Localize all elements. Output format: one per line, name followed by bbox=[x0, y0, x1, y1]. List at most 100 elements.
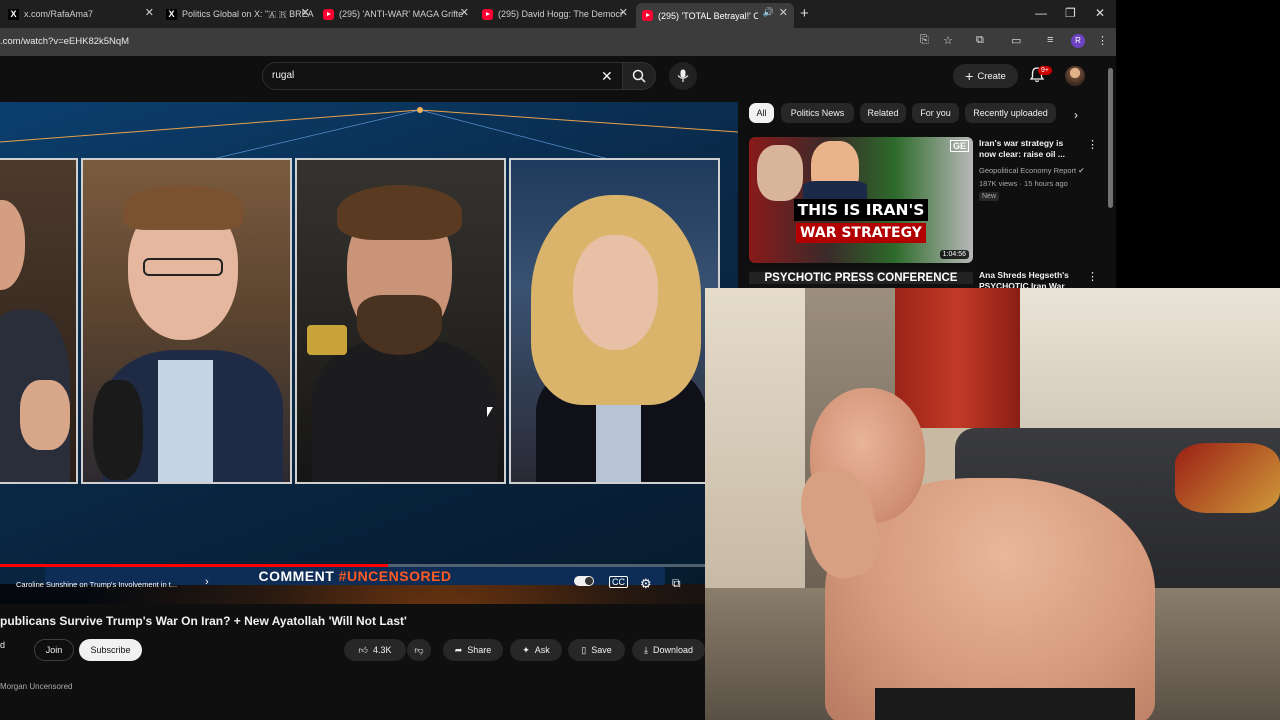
save-button[interactable]: ▯ Save bbox=[568, 639, 625, 661]
thumb-text-line1: PSYCHOTIC PRESS CONFERENCE bbox=[749, 272, 973, 284]
description-text: Morgan Uncensored bbox=[0, 682, 73, 691]
tab-label: Politics Global on X: "🇦 🇷 BREA bbox=[182, 8, 314, 19]
dislike-button[interactable]: 👎︎ bbox=[407, 639, 431, 661]
tab-label: (295) 'TOTAL Betrayal!' Can bbox=[658, 10, 758, 21]
close-icon[interactable]: ✕ bbox=[779, 6, 788, 19]
webcam-overlay bbox=[705, 288, 1280, 720]
recommendation-meta: 187K views · 15 hours ago bbox=[979, 179, 1068, 188]
video-duration: 1:04:56 bbox=[939, 250, 969, 259]
download-button[interactable]: ⤓ Download bbox=[632, 639, 705, 661]
video-guest-panel bbox=[295, 158, 506, 484]
recommendation-thumbnail[interactable]: PSYCHOTIC PRESS CONFERENCE bbox=[749, 269, 973, 290]
autoplay-toggle[interactable] bbox=[574, 576, 594, 589]
window-close-icon[interactable]: ✕ bbox=[1095, 6, 1105, 20]
chapter-title[interactable]: Caroline Sunshine on Trump's Involvement… bbox=[16, 580, 177, 589]
thumbs-up-icon: 👍︎ bbox=[358, 644, 368, 655]
browser-tab-bar: X x.com/RafaAma7 ✕ X Politics Global on … bbox=[0, 0, 1116, 28]
like-button[interactable]: 👍︎ 4.3K bbox=[344, 639, 406, 661]
browser-tab[interactable]: X x.com/RafaAma7 ✕ bbox=[8, 3, 160, 25]
video-guest-panel bbox=[509, 158, 720, 484]
settings-gear-icon[interactable]: ⚙ bbox=[640, 576, 652, 592]
chevron-right-icon[interactable]: › bbox=[1074, 108, 1078, 122]
search-box[interactable]: rugal ✕ bbox=[262, 62, 623, 90]
x-icon: X bbox=[166, 8, 177, 20]
youtube-icon bbox=[323, 8, 334, 20]
account-avatar[interactable] bbox=[1065, 66, 1085, 86]
browser-tab[interactable]: (295) David Hogg: The Democr ✕ bbox=[482, 3, 634, 25]
chip-recently-uploaded[interactable]: Recently uploaded bbox=[965, 103, 1056, 123]
tab-label: (295) 'ANTI-WAR' MAGA Grifte bbox=[339, 9, 464, 19]
voice-search-button[interactable] bbox=[669, 62, 697, 90]
chip-all[interactable]: All bbox=[749, 103, 774, 123]
media-control-icon[interactable]: ≡ bbox=[1047, 34, 1053, 46]
video-title: publicans Survive Trump's War On Iran? +… bbox=[0, 614, 407, 628]
bookmark-star-icon[interactable]: ☆ bbox=[943, 34, 953, 47]
close-icon[interactable]: ✕ bbox=[145, 6, 154, 19]
search-input[interactable]: rugal bbox=[272, 70, 294, 81]
address-bar-row: .com/watch?v=eEHK82k5NqM ⎘ ☆ ⧉ ▭ ≡ R ⋮ bbox=[0, 28, 1116, 56]
search-button[interactable] bbox=[622, 62, 656, 90]
speaker-icon[interactable]: 🔊 bbox=[763, 7, 774, 18]
thumb-text-line2: WAR STRATEGY bbox=[796, 223, 926, 243]
profile-avatar[interactable]: R bbox=[1071, 34, 1085, 48]
notification-count-badge: 9+ bbox=[1038, 66, 1052, 75]
join-button[interactable]: Join bbox=[34, 639, 74, 661]
captions-icon[interactable]: CC bbox=[609, 576, 628, 588]
microphone-icon bbox=[677, 69, 689, 82]
more-options-icon[interactable]: ⋮ bbox=[1087, 270, 1098, 283]
close-icon[interactable]: ✕ bbox=[619, 6, 628, 19]
clear-search-icon[interactable]: ✕ bbox=[601, 68, 613, 85]
extensions-icon[interactable]: ⧉ bbox=[976, 34, 984, 47]
subscribe-button[interactable]: Subscribe bbox=[79, 639, 142, 661]
channel-name[interactable]: d bbox=[0, 640, 5, 650]
thumb-corner-label: GE bbox=[949, 140, 969, 152]
youtube-icon bbox=[482, 8, 493, 20]
browser-tab-active[interactable]: (295) 'TOTAL Betrayal!' Can 🔊 ✕ bbox=[636, 3, 794, 28]
browser-tab[interactable]: (295) 'ANTI-WAR' MAGA Grifte ✕ bbox=[323, 3, 475, 25]
chevron-right-icon[interactable]: › bbox=[205, 576, 209, 588]
share-icon: ➦ bbox=[454, 644, 463, 655]
room-wall bbox=[1020, 288, 1280, 448]
miniplayer-icon[interactable]: ⧉ bbox=[672, 576, 681, 591]
video-guest-panel bbox=[0, 158, 78, 484]
room-pillow bbox=[1175, 443, 1280, 513]
install-app-icon[interactable]: ⎘ bbox=[920, 34, 929, 47]
red-curtain bbox=[895, 288, 1020, 428]
close-icon[interactable]: ✕ bbox=[460, 6, 469, 19]
create-label: Create bbox=[977, 70, 1006, 82]
more-options-icon[interactable]: ⋮ bbox=[1087, 138, 1098, 151]
chip-politics-news[interactable]: Politics News bbox=[781, 103, 854, 123]
restore-icon[interactable]: ❐ bbox=[1065, 6, 1076, 20]
search-icon bbox=[632, 69, 646, 83]
recommendation-channel[interactable]: Geopolitical Economy Report ✔ bbox=[979, 166, 1085, 175]
desktop-background bbox=[1116, 0, 1280, 290]
person-shorts bbox=[875, 688, 1135, 720]
sidebar-scrollbar[interactable] bbox=[1108, 68, 1113, 208]
video-guest-panel bbox=[81, 158, 292, 484]
recommendation-title[interactable]: Ana Shreds Hegseth's PSYCHOTIC Iran War bbox=[979, 270, 1079, 288]
share-button[interactable]: ➦ Share bbox=[443, 639, 503, 661]
new-tab-icon[interactable]: + bbox=[800, 5, 809, 22]
download-icon: ⤓ bbox=[643, 644, 648, 655]
ask-button[interactable]: ✦ Ask bbox=[510, 639, 562, 661]
x-icon: X bbox=[8, 8, 19, 20]
close-icon[interactable]: ✕ bbox=[301, 6, 310, 19]
recommendation-thumbnail[interactable]: GE THIS IS IRAN'S WAR STRATEGY 1:04:56 bbox=[749, 137, 973, 263]
chip-for-you[interactable]: For you bbox=[912, 103, 959, 123]
bookmark-icon: ▯ bbox=[581, 644, 587, 655]
browser-menu-icon[interactable]: ⋮ bbox=[1097, 34, 1108, 47]
recommendation-title[interactable]: Iran's war strategy is now clear: raise … bbox=[979, 138, 1079, 160]
chip-related[interactable]: Related bbox=[860, 103, 906, 123]
create-button[interactable]: + Create bbox=[953, 64, 1018, 88]
browser-tab[interactable]: X Politics Global on X: "🇦 🇷 BREA ✕ bbox=[166, 3, 316, 25]
new-badge: New bbox=[979, 192, 1000, 201]
video-player[interactable]: COMMENT #UNCENSORED Caroline Sunshine on… bbox=[0, 102, 738, 604]
address-bar[interactable]: .com/watch?v=eEHK82k5NqM bbox=[0, 36, 129, 47]
verified-icon: ✔ bbox=[1078, 166, 1085, 175]
sparkle-icon: ✦ bbox=[522, 644, 530, 655]
tab-label: (295) David Hogg: The Democr bbox=[498, 9, 623, 19]
sidepanel-icon[interactable]: ▭ bbox=[1011, 34, 1021, 47]
tab-label: x.com/RafaAma7 bbox=[24, 9, 94, 19]
minimize-icon[interactable]: — bbox=[1035, 6, 1047, 20]
plus-icon: + bbox=[965, 68, 974, 84]
